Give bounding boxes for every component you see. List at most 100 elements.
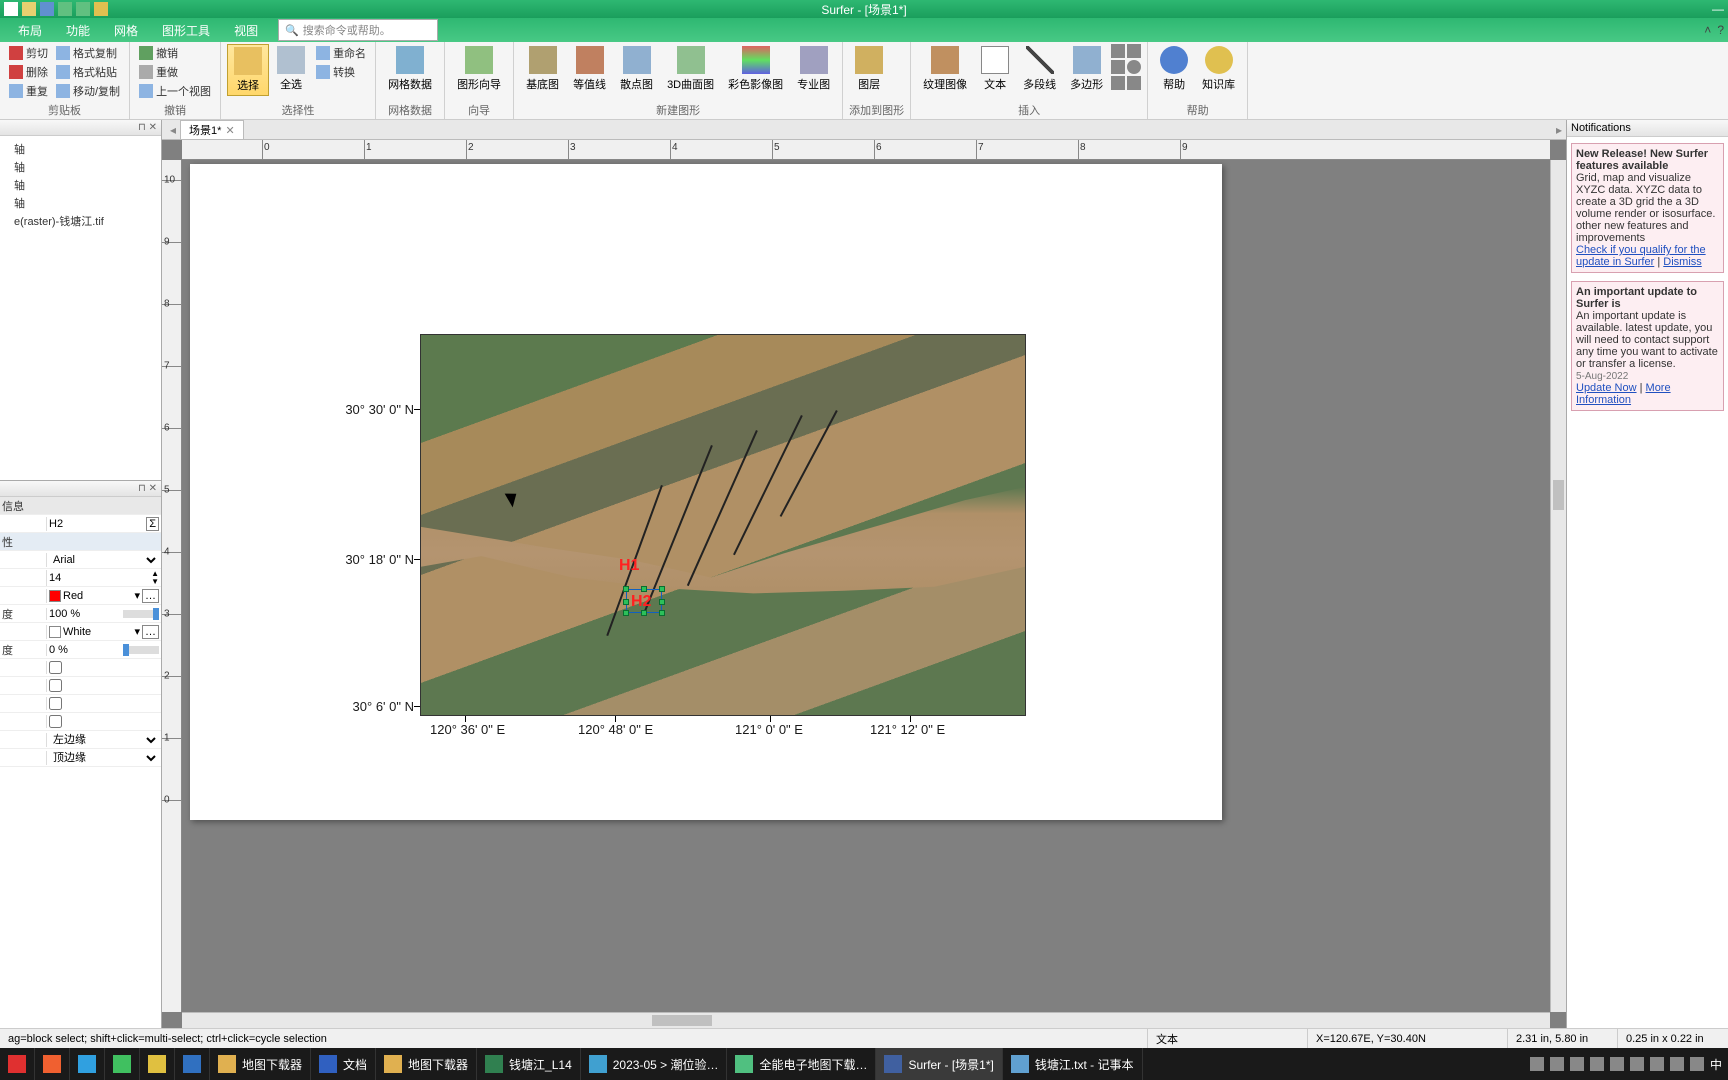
chevron-down-icon[interactable]: ▾ [134,589,140,602]
printer-icon[interactable] [1610,1057,1624,1071]
tree-item[interactable]: 轴 [2,176,159,194]
transform-button[interactable]: 转换 [313,63,369,81]
knowledgebase-button[interactable]: 知识库 [1196,44,1241,94]
paste-format-button[interactable]: 格式粘贴 [53,63,123,81]
transect-line[interactable] [780,410,838,517]
valign-select[interactable]: 顶边缘 [49,751,159,765]
square-shape-icon[interactable] [1111,60,1125,74]
tab-function[interactable]: 功能 [54,18,102,43]
taskbar-item[interactable]: 全能电子地图下载… [727,1048,876,1080]
spline-icon[interactable] [1111,76,1125,90]
vertical-scrollbar[interactable] [1550,160,1566,1012]
notification-link-update[interactable]: Update Now [1576,382,1637,394]
layer-button[interactable]: 图层 [849,44,889,94]
tree-item[interactable]: 轴 [2,194,159,212]
copy-format-button[interactable]: 格式复制 [53,44,123,62]
prop-checkbox[interactable] [49,661,62,674]
transect-line[interactable] [687,430,758,586]
delete-button[interactable]: 删除 [6,63,51,81]
polyline-button[interactable]: 多段线 [1017,44,1062,94]
text-value-input[interactable] [49,518,144,530]
tab-graphics[interactable]: 图形工具 [150,18,222,43]
taskbar-item[interactable]: 地图下载器 [210,1048,311,1080]
notification-link-dismiss[interactable]: Dismiss [1663,256,1702,268]
circle-shape-icon[interactable] [1127,60,1141,74]
select-all-button[interactable]: 全选 [271,44,311,94]
selection-handle[interactable] [623,586,629,592]
save-icon[interactable] [40,2,54,16]
up-icon[interactable] [1530,1057,1544,1071]
cut-button[interactable]: 剪切 [6,44,51,62]
taskbar-item[interactable]: 地图下载器 [376,1048,477,1080]
document-tab[interactable]: 场景1* ✕ [180,120,244,139]
more-icon[interactable]: … [142,589,159,603]
taskbar-item[interactable] [175,1048,210,1080]
backcolor-swatch[interactable] [49,626,61,638]
forecolor-swatch[interactable] [49,590,61,602]
cursor-icon[interactable] [94,2,108,16]
selection-handle[interactable] [659,599,665,605]
selection-box[interactable] [626,589,662,613]
tree-item[interactable]: 轴 [2,140,159,158]
tree-item[interactable]: e(raster)-钱塘江.tif [2,212,159,230]
selection-handle[interactable] [623,599,629,605]
taskbar-item[interactable]: 钱塘江.txt - 记事本 [1003,1048,1143,1080]
prop-checkbox[interactable] [49,715,62,728]
file-open-icon[interactable] [22,2,36,16]
prop-checkbox[interactable] [49,679,62,692]
undo-button[interactable]: 撤销 [136,44,214,62]
scatter-button[interactable]: 散点图 [614,44,659,94]
prop-checkbox[interactable] [49,697,62,710]
text-button[interactable]: 文本 [975,44,1015,94]
redo-icon[interactable] [76,2,90,16]
ribbon-help-icon[interactable]: ? [1717,23,1724,37]
props-tab-info[interactable]: 信息 [0,498,46,514]
surface3d-button[interactable]: 3D曲面图 [661,44,720,94]
opacity2-slider[interactable] [123,646,159,654]
scrollbar-thumb[interactable] [652,1015,712,1026]
selection-handle[interactable] [659,586,665,592]
taskbar-item[interactable]: 2023-05 > 潮位验… [581,1048,728,1080]
wizard-button[interactable]: 图形向导 [451,44,507,94]
volume-icon[interactable] [1630,1057,1644,1071]
taskbar-item[interactable] [70,1048,105,1080]
help-button[interactable]: 帮助 [1154,44,1194,94]
select-button[interactable]: 选择 [227,44,269,96]
file-new-icon[interactable] [4,2,18,16]
polygon-button[interactable]: 多边形 [1064,44,1109,94]
shield-icon[interactable] [1570,1057,1584,1071]
tree-item[interactable]: 轴 [2,158,159,176]
clock-icon[interactable] [1690,1057,1704,1071]
minus-icon[interactable] [1127,44,1141,58]
selection-handle[interactable] [641,586,647,592]
undo-icon[interactable] [58,2,72,16]
map-frame[interactable]: H1 H2 [420,334,1026,716]
close-icon[interactable]: ✕ [149,122,157,133]
duplicate-button[interactable]: 重复 [6,82,51,100]
tab-view[interactable]: 视图 [222,18,270,43]
selection-handle[interactable] [623,610,629,616]
transect-line[interactable] [733,415,803,555]
taskbar-item[interactable]: 文档 [311,1048,376,1080]
canvas[interactable]: 0123456789 109876543210 H1 H2 [162,140,1566,1028]
taskbar-item[interactable] [35,1048,70,1080]
page-surface[interactable]: H1 H2 [190,164,1222,820]
cloud-icon[interactable] [1590,1057,1604,1071]
tab-layout[interactable]: 布局 [6,18,54,43]
sigma-icon[interactable]: Σ [146,517,159,531]
ribbon-collapse-icon[interactable]: ˄ [1704,23,1711,37]
search-input[interactable]: 🔍 搜索命令或帮助。 [278,19,438,41]
rename-button[interactable]: 重命名 [313,44,369,62]
spinner-icon[interactable]: ▲▼ [151,570,159,586]
selection-handle[interactable] [659,610,665,616]
tab-scroll-left-icon[interactable]: ◂ [166,123,180,137]
scrollbar-thumb[interactable] [1553,480,1564,510]
close-tab-icon[interactable]: ✕ [225,124,234,137]
font-select[interactable]: Arial [49,553,159,567]
taskbar-item[interactable]: 钱塘江_L14 [477,1048,581,1080]
tab-grid[interactable]: 网格 [102,18,150,43]
arc-icon[interactable] [1127,76,1141,90]
move-copy-button[interactable]: 移动/复制 [53,82,123,100]
tab-scroll-right-icon[interactable]: ▸ [1552,123,1566,137]
imagemap-button[interactable]: 彩色影像图 [722,44,789,94]
